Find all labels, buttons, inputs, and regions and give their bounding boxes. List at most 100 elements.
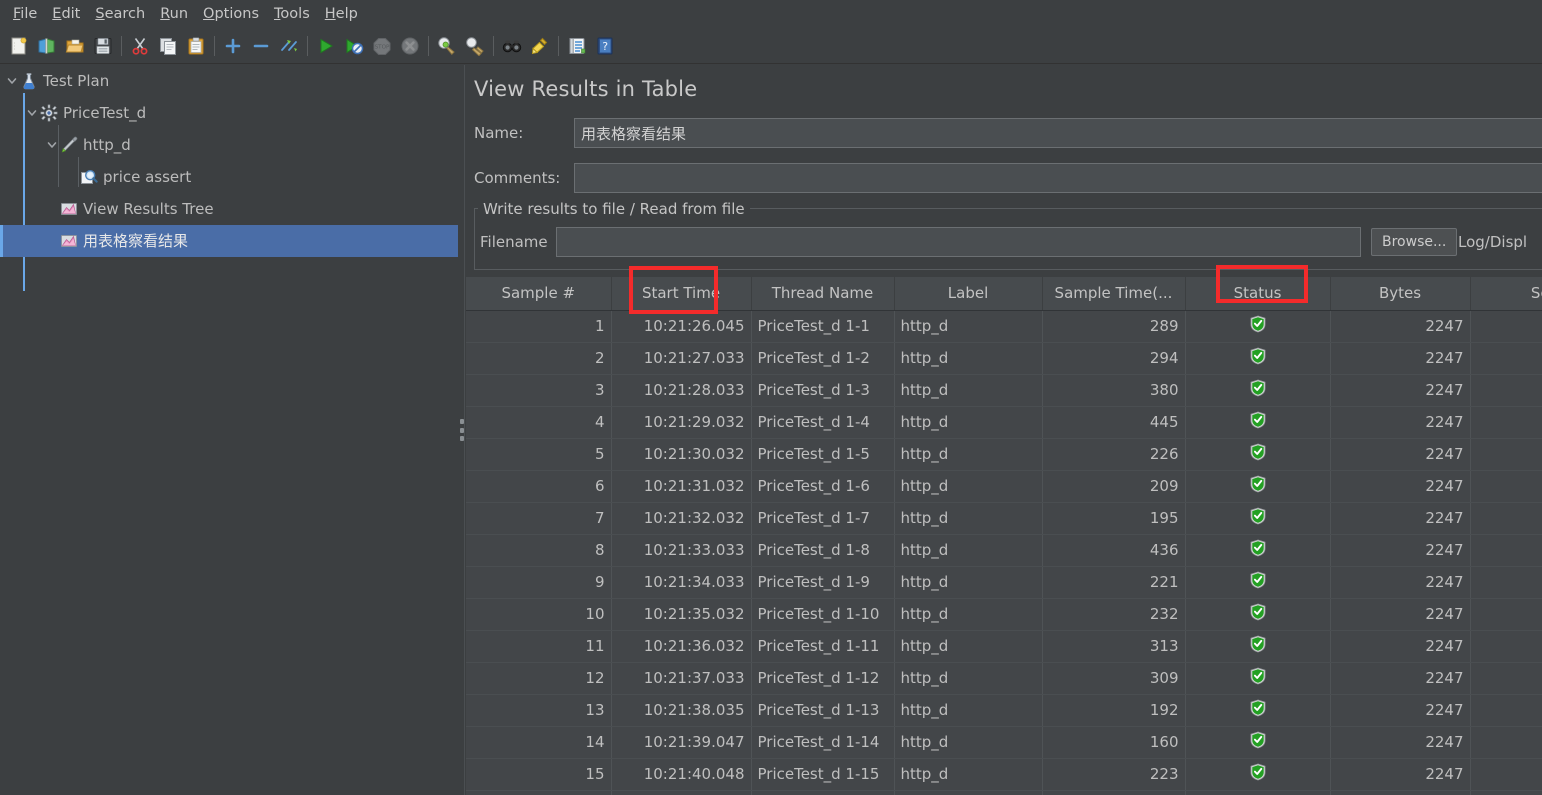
http-sampler-icon [60,136,78,154]
cell-label: http_d [894,566,1043,599]
chevron-down-icon[interactable] [4,73,20,89]
templates-icon[interactable] [34,33,60,59]
chevron-down-icon[interactable] [44,137,60,153]
column-header-sample_time[interactable]: Sample Time(... [1042,277,1186,311]
cut-icon[interactable] [127,33,153,59]
table-row[interactable]: 6 10:21:31.032 PriceTest_d 1-6 http_d 209 224… [466,470,1542,503]
cell-sample_time: 195 [1042,502,1186,535]
table-row[interactable]: 1 10:21:26.045 PriceTest_d 1-1 http_d 289 224… [466,310,1542,343]
table-row[interactable]: 10 10:21:35.032 PriceTest_d 1-10 http_d 232 2… [466,598,1542,631]
table-row[interactable]: 4 10:21:29.032 PriceTest_d 1-4 http_d 445 224… [466,406,1542,439]
clear-all-icon[interactable] [462,33,488,59]
cell-bytes: 2247 [1330,598,1471,631]
browse-button[interactable]: Browse... [1371,228,1458,256]
table-row[interactable]: 8 10:21:33.033 PriceTest_d 1-8 http_d 436 224… [466,534,1542,567]
cell-bytes: 2247 [1330,374,1471,407]
table-row[interactable] [466,790,1542,795]
cell-bytes: 2247 [1330,694,1471,727]
results-table-scroll[interactable]: Sample # Start Time Thread Name Label Sample… [466,277,1542,795]
start-icon[interactable] [313,33,339,59]
table-header-row[interactable]: Sample # Start Time Thread Name Label Sample… [466,277,1542,311]
clear-icon[interactable] [434,33,460,59]
start-no-pauses-icon[interactable] [341,33,367,59]
table-row[interactable]: 11 10:21:36.032 PriceTest_d 1-11 http_d 313 2… [466,630,1542,663]
table-row[interactable]: 12 10:21:37.033 PriceTest_d 1-12 http_d 309 2… [466,662,1542,695]
cell-sent [1470,406,1542,439]
cell-label: http_d [894,694,1043,727]
column-header-start_time[interactable]: Start Time [611,277,752,311]
name-input[interactable] [574,118,1542,148]
column-header-thread_name[interactable]: Thread Name [751,277,895,311]
table-row[interactable]: 7 10:21:32.032 PriceTest_d 1-7 http_d 195 224… [466,502,1542,535]
cell-status [1185,534,1331,567]
cell-sent [1470,310,1542,343]
reset-search-icon[interactable] [527,33,553,59]
column-header-sample[interactable]: Sample # [466,277,612,311]
status-success-icon [1250,667,1266,689]
tree-node-5[interactable]: 用表格察看结果 [0,225,458,257]
splitter-grip[interactable] [460,419,464,441]
cell-sent [1470,534,1542,567]
column-header-label[interactable]: Label [894,277,1043,311]
cell-sample: 2 [466,342,612,375]
menu-edit[interactable]: Edit [45,3,88,25]
new-icon[interactable] [6,33,32,59]
table-row[interactable]: 15 10:21:40.048 PriceTest_d 1-15 http_d 223 2… [466,758,1542,791]
cell-sample: 12 [466,662,612,695]
tree-node-4[interactable]: View Results Tree [0,193,458,225]
help-icon[interactable]: ? [592,33,618,59]
column-header-bytes[interactable]: Bytes [1330,277,1471,311]
toggle-icon[interactable] [276,33,302,59]
tree-node-2[interactable]: http_d [0,129,458,161]
copy-icon[interactable] [155,33,181,59]
panel-splitter[interactable] [458,65,466,795]
menu-search[interactable]: Search [88,3,153,25]
column-header-status[interactable]: Status [1185,277,1331,311]
cell-bytes: 2247 [1330,502,1471,535]
table-row[interactable]: 9 10:21:34.033 PriceTest_d 1-9 http_d 221 224… [466,566,1542,599]
cell-sent [1470,566,1542,599]
column-header-sent[interactable]: Sent [1470,277,1542,311]
menu-file[interactable]: File [6,3,45,25]
comments-input[interactable] [574,163,1542,193]
stop-icon[interactable]: STOP [369,33,395,59]
listener-icon [60,232,78,250]
tree-node-0[interactable]: Test Plan [0,65,458,97]
shutdown-icon[interactable] [397,33,423,59]
cell-status [1185,566,1331,599]
tree-node-3[interactable]: price assert [0,161,458,193]
name-label: Name: [474,124,524,142]
filename-input[interactable] [556,227,1361,257]
open-icon[interactable] [62,33,88,59]
paste-icon[interactable] [183,33,209,59]
search-icon[interactable] [499,33,525,59]
menu-run[interactable]: Run [153,3,196,25]
menu-tools[interactable]: Tools [267,3,318,25]
menu-help[interactable]: Help [318,3,366,25]
cell-label: http_d [894,406,1043,439]
expand-all-icon[interactable] [220,33,246,59]
cell-bytes: 2247 [1330,566,1471,599]
table-row[interactable]: 5 10:21:30.032 PriceTest_d 1-5 http_d 226 224… [466,438,1542,471]
cell-start_time: 10:21:34.033 [611,566,752,599]
cell-sample: 6 [466,470,612,503]
cell-sent [1470,502,1542,535]
cell-sample_time: 221 [1042,566,1186,599]
table-row[interactable]: 3 10:21:28.033 PriceTest_d 1-3 http_d 380 224… [466,374,1542,407]
chevron-down-icon[interactable] [24,105,40,121]
menu-options[interactable]: Options [196,3,267,25]
test-plan-tree-panel[interactable]: Test Plan PriceTest_d http_d price assert Vi… [0,65,458,795]
table-row[interactable]: 14 10:21:39.047 PriceTest_d 1-14 http_d 160 2… [466,726,1542,759]
function-helper-icon[interactable] [564,33,590,59]
cell-label: http_d [894,342,1043,375]
collapse-all-icon[interactable] [248,33,274,59]
save-icon[interactable] [90,33,116,59]
cell-start_time: 10:21:38.035 [611,694,752,727]
cell-sample: 15 [466,758,612,791]
cell-bytes: 2247 [1330,630,1471,663]
tree-node-1[interactable]: PriceTest_d [0,97,458,129]
table-row[interactable]: 13 10:21:38.035 PriceTest_d 1-13 http_d 192 2… [466,694,1542,727]
cell-thread_name: PriceTest_d 1-11 [751,630,895,663]
table-row[interactable]: 2 10:21:27.033 PriceTest_d 1-2 http_d 294 224… [466,342,1542,375]
cell-thread_name: PriceTest_d 1-9 [751,566,895,599]
